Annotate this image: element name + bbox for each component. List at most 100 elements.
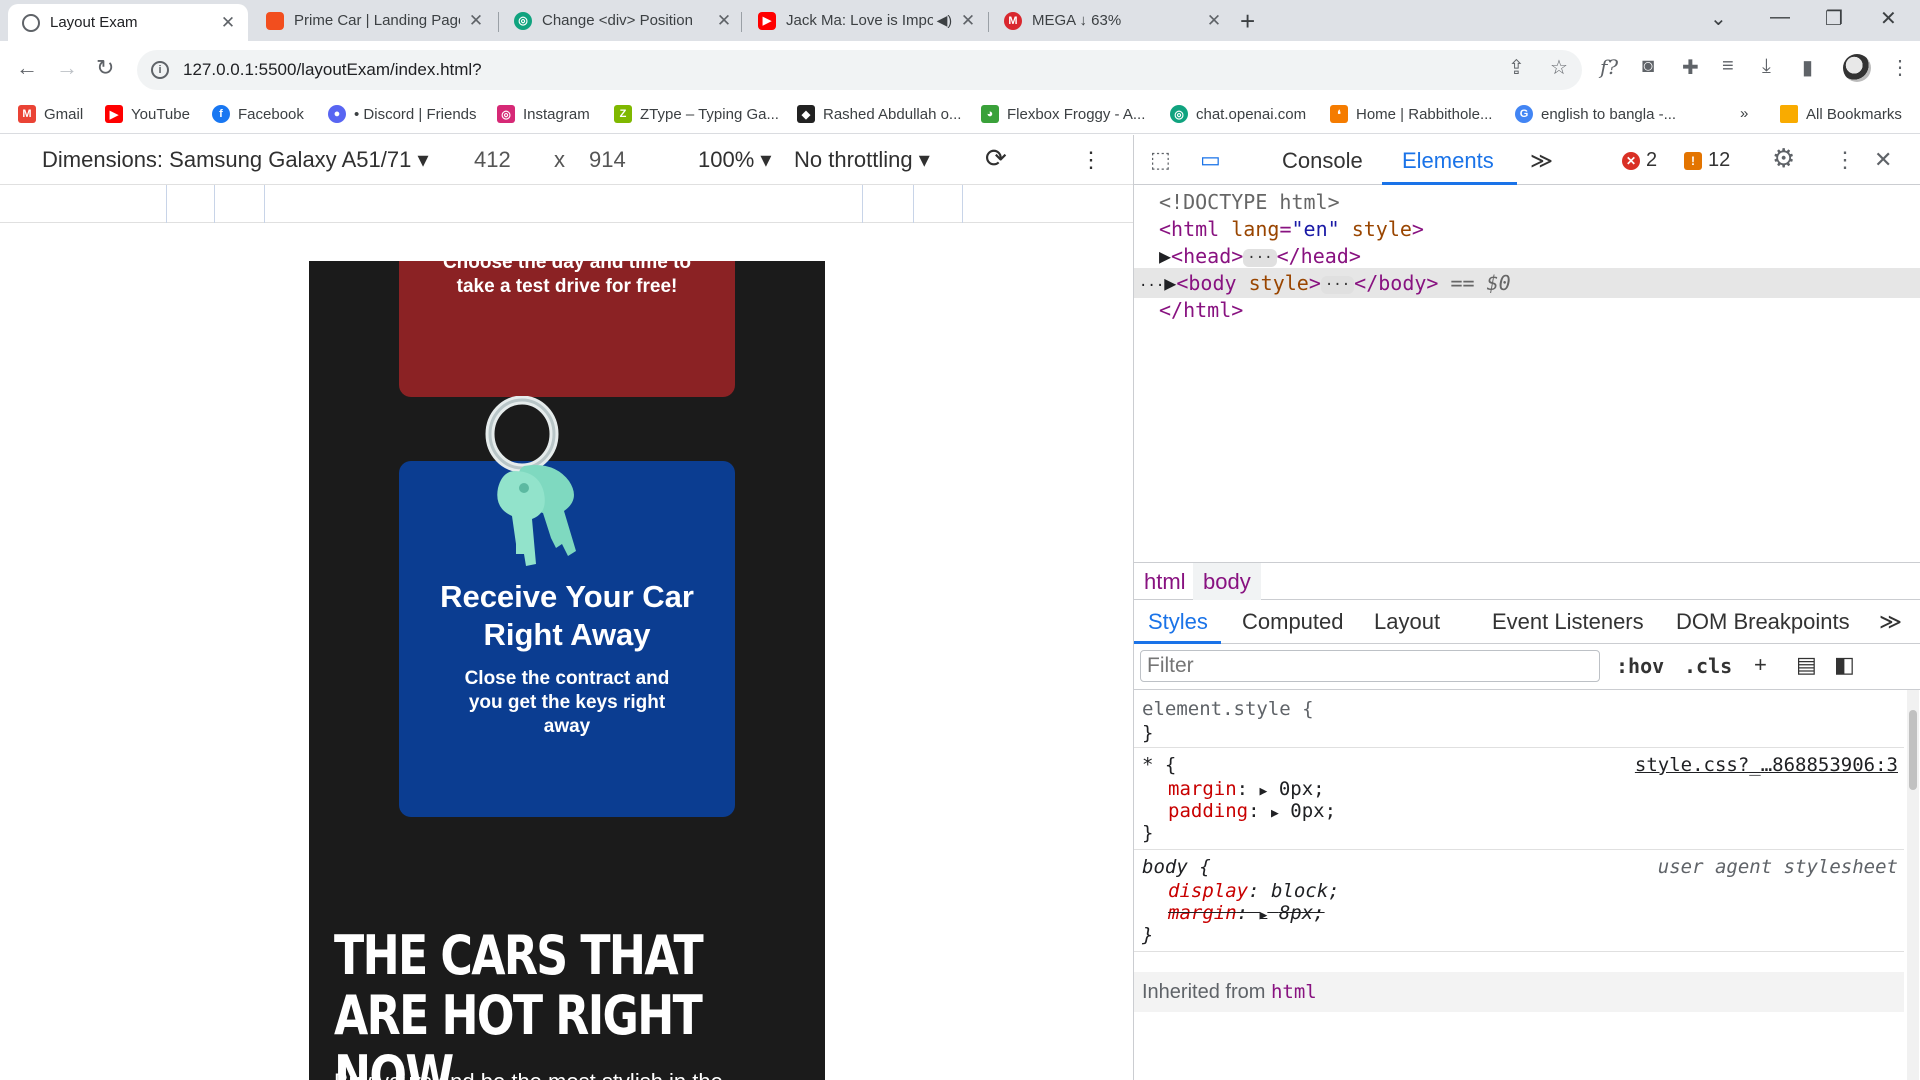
bookmark-youtube[interactable]: ▶ YouTube [105,105,190,123]
site-info-icon[interactable]: i [151,61,169,79]
close-icon[interactable]: ✕ [1204,11,1224,31]
styles-scrollbar[interactable] [1907,690,1919,1080]
formula-extension-icon[interactable]: f? [1600,55,1618,79]
width-input[interactable]: 412 [474,147,511,173]
address-bar[interactable]: i 127.0.0.1:5500/layoutExam/index.html? [137,50,1582,90]
tab-change-div[interactable]: ◎ Change <div> Position ✕ [500,0,744,41]
tab-jack-ma[interactable]: ▶ Jack Ma: Love is Important I ◀) ✕ [744,0,988,41]
back-icon[interactable]: ← [16,55,38,81]
forward-icon[interactable]: → [56,55,78,81]
close-icon[interactable]: ✕ [466,11,486,31]
extensions-icon[interactable]: ✚ [1682,55,1699,80]
breadcrumb-body[interactable]: body [1193,563,1261,600]
close-icon[interactable]: ✕ [958,11,978,31]
tab-mega[interactable]: M MEGA ↓ 63% ✕ [990,0,1234,41]
all-bookmarks[interactable]: All Bookmarks [1780,105,1902,123]
bookmark-discord[interactable]: ● • Discord | Friends [328,105,477,123]
collapsed-ellipsis[interactable]: ··· [1243,248,1277,267]
prop-value[interactable]: 8px; [1279,902,1325,924]
inherited-tag[interactable]: html [1271,981,1317,1003]
prop-name[interactable]: margin [1168,778,1237,800]
tab-layout-exam[interactable]: Layout Exam ✕ [8,4,248,41]
reading-list-icon[interactable]: ≡ [1722,55,1734,78]
throttling-dropdown[interactable]: No throttling ▾ [794,147,930,173]
expand-triangle-icon[interactable]: ▶ [1271,806,1279,821]
device-toggle-icon[interactable]: ▭ [1200,147,1221,173]
bookmark-star-icon[interactable]: ☆ [1550,55,1568,80]
tab-elements[interactable]: Elements [1402,148,1494,174]
close-icon[interactable]: ✕ [218,13,238,33]
toggle-sidebar-icon[interactable]: ◧ [1834,652,1855,678]
bookmark-instagram[interactable]: ◎ Instagram [497,105,590,123]
expand-triangle-icon[interactable]: ▶ [1164,271,1176,295]
prop-value[interactable]: block; [1271,880,1340,902]
bookmark-chatgpt[interactable]: ◎ chat.openai.com [1170,105,1306,123]
tab-computed[interactable]: Computed [1242,609,1344,635]
more-tabs-icon[interactable]: ≫ [1879,609,1902,635]
tab-styles[interactable]: Styles [1148,609,1208,635]
prop-name[interactable]: padding [1168,800,1248,822]
bookmark-google-translate[interactable]: Genglish to bangla -... [1515,105,1676,123]
new-tab-icon[interactable]: + [1240,6,1255,37]
styles-filter-input[interactable] [1140,650,1600,682]
new-rule-icon[interactable]: + [1754,652,1767,678]
zoom-dropdown[interactable]: 100% ▾ [698,147,771,173]
tab-console[interactable]: Console [1282,148,1363,174]
share-icon[interactable]: ⇪ [1508,55,1525,80]
side-panel-icon[interactable]: ▮ [1802,55,1813,80]
prop-name[interactable]: margin [1168,902,1237,924]
bookmark-rabbithole[interactable]: ❛ Home | Rabbithole... [1330,105,1492,123]
bookmark-flexbox[interactable]: ◕ Flexbox Froggy - A... [981,105,1145,123]
reload-icon[interactable]: ↻ [96,55,114,81]
close-devtools-icon[interactable]: ✕ [1874,147,1892,173]
speaker-icon[interactable]: ◀) [937,12,952,29]
bookmark-gmail[interactable]: M Gmail [18,105,83,123]
close-icon[interactable]: ✕ [714,11,734,31]
more-options-icon[interactable]: ⋮ [1080,147,1102,173]
errors-badge[interactable]: ✕ 2 [1622,149,1657,172]
more-tabs-icon[interactable]: ≫ [1530,148,1553,174]
cls-toggle[interactable]: .cls [1684,654,1732,678]
expand-triangle-icon[interactable]: ▶ [1260,784,1268,799]
tab-prime-car[interactable]: Prime Car | Landing Page (Comm ✕ [252,0,496,41]
tab-dom-breakpoints[interactable]: DOM Breakpoints [1676,609,1850,635]
node-actions-icon[interactable]: ··· [1139,278,1164,294]
expand-triangle-icon[interactable]: ▶ [1260,908,1268,923]
menu-icon[interactable]: ⋮ [1890,55,1910,80]
prop-value[interactable]: 0px; [1279,778,1325,800]
scrollbar-thumb[interactable] [1909,710,1917,790]
dom-doctype[interactable]: <!DOCTYPE html> [1134,187,1920,217]
bookmarks-overflow[interactable]: » [1740,105,1748,122]
tab-event-listeners[interactable]: Event Listeners [1492,609,1644,635]
restore-icon[interactable]: ❐ [1825,6,1843,31]
body-ua-rule[interactable]: body { user agent stylesheet display: bl… [1134,850,1904,952]
minimize-icon[interactable]: — [1770,6,1790,29]
prop-value[interactable]: 0px; [1290,800,1336,822]
dimensions-dropdown[interactable]: Dimensions: Samsung Galaxy A51/71 ▾ [42,147,428,173]
dom-body-node[interactable]: ···▶<body style> ··· </body> == $0 [1134,268,1920,298]
bookmark-rashed[interactable]: ◆ Rashed Abdullah o... [797,105,961,123]
breadcrumb-html[interactable]: html [1134,563,1196,600]
dom-html-close[interactable]: </html> [1134,295,1920,325]
rule-source-link[interactable]: style.css?_…868853906:3 [1635,754,1898,776]
window-close-icon[interactable]: ✕ [1880,6,1897,31]
avatar[interactable] [1843,54,1871,82]
expand-triangle-icon[interactable]: ▶ [1159,244,1171,268]
inspect-element-icon[interactable]: ⬚ [1150,147,1171,173]
hov-toggle[interactable]: :hov [1616,654,1664,678]
height-input[interactable]: 914 [589,147,626,173]
tab-search-icon[interactable]: ⌄ [1710,6,1727,31]
prop-name[interactable]: display [1168,880,1248,902]
download-icon[interactable]: ⤓ [1762,55,1771,78]
universal-rule[interactable]: * { style.css?_…868853906:3 margin: ▶ 0p… [1134,748,1904,850]
page-frame[interactable]: Choose the day and time to take a test d… [309,261,825,1080]
bookmark-ztype[interactable]: Z ZType – Typing Ga... [614,105,779,123]
rotate-icon[interactable]: ⟳ [985,143,1007,174]
dom-head-node[interactable]: ▶<head> ··· </head> [1134,241,1920,271]
settings-gear-icon[interactable]: ⚙ [1772,143,1795,174]
camera-icon[interactable]: ◙ [1642,55,1654,78]
collapsed-ellipsis[interactable]: ··· [1320,275,1355,294]
dom-html-node[interactable]: <html lang="en" style> [1134,214,1920,244]
element-style-rule[interactable]: element.style { } [1134,690,1904,748]
bookmark-facebook[interactable]: f Facebook [212,105,304,123]
